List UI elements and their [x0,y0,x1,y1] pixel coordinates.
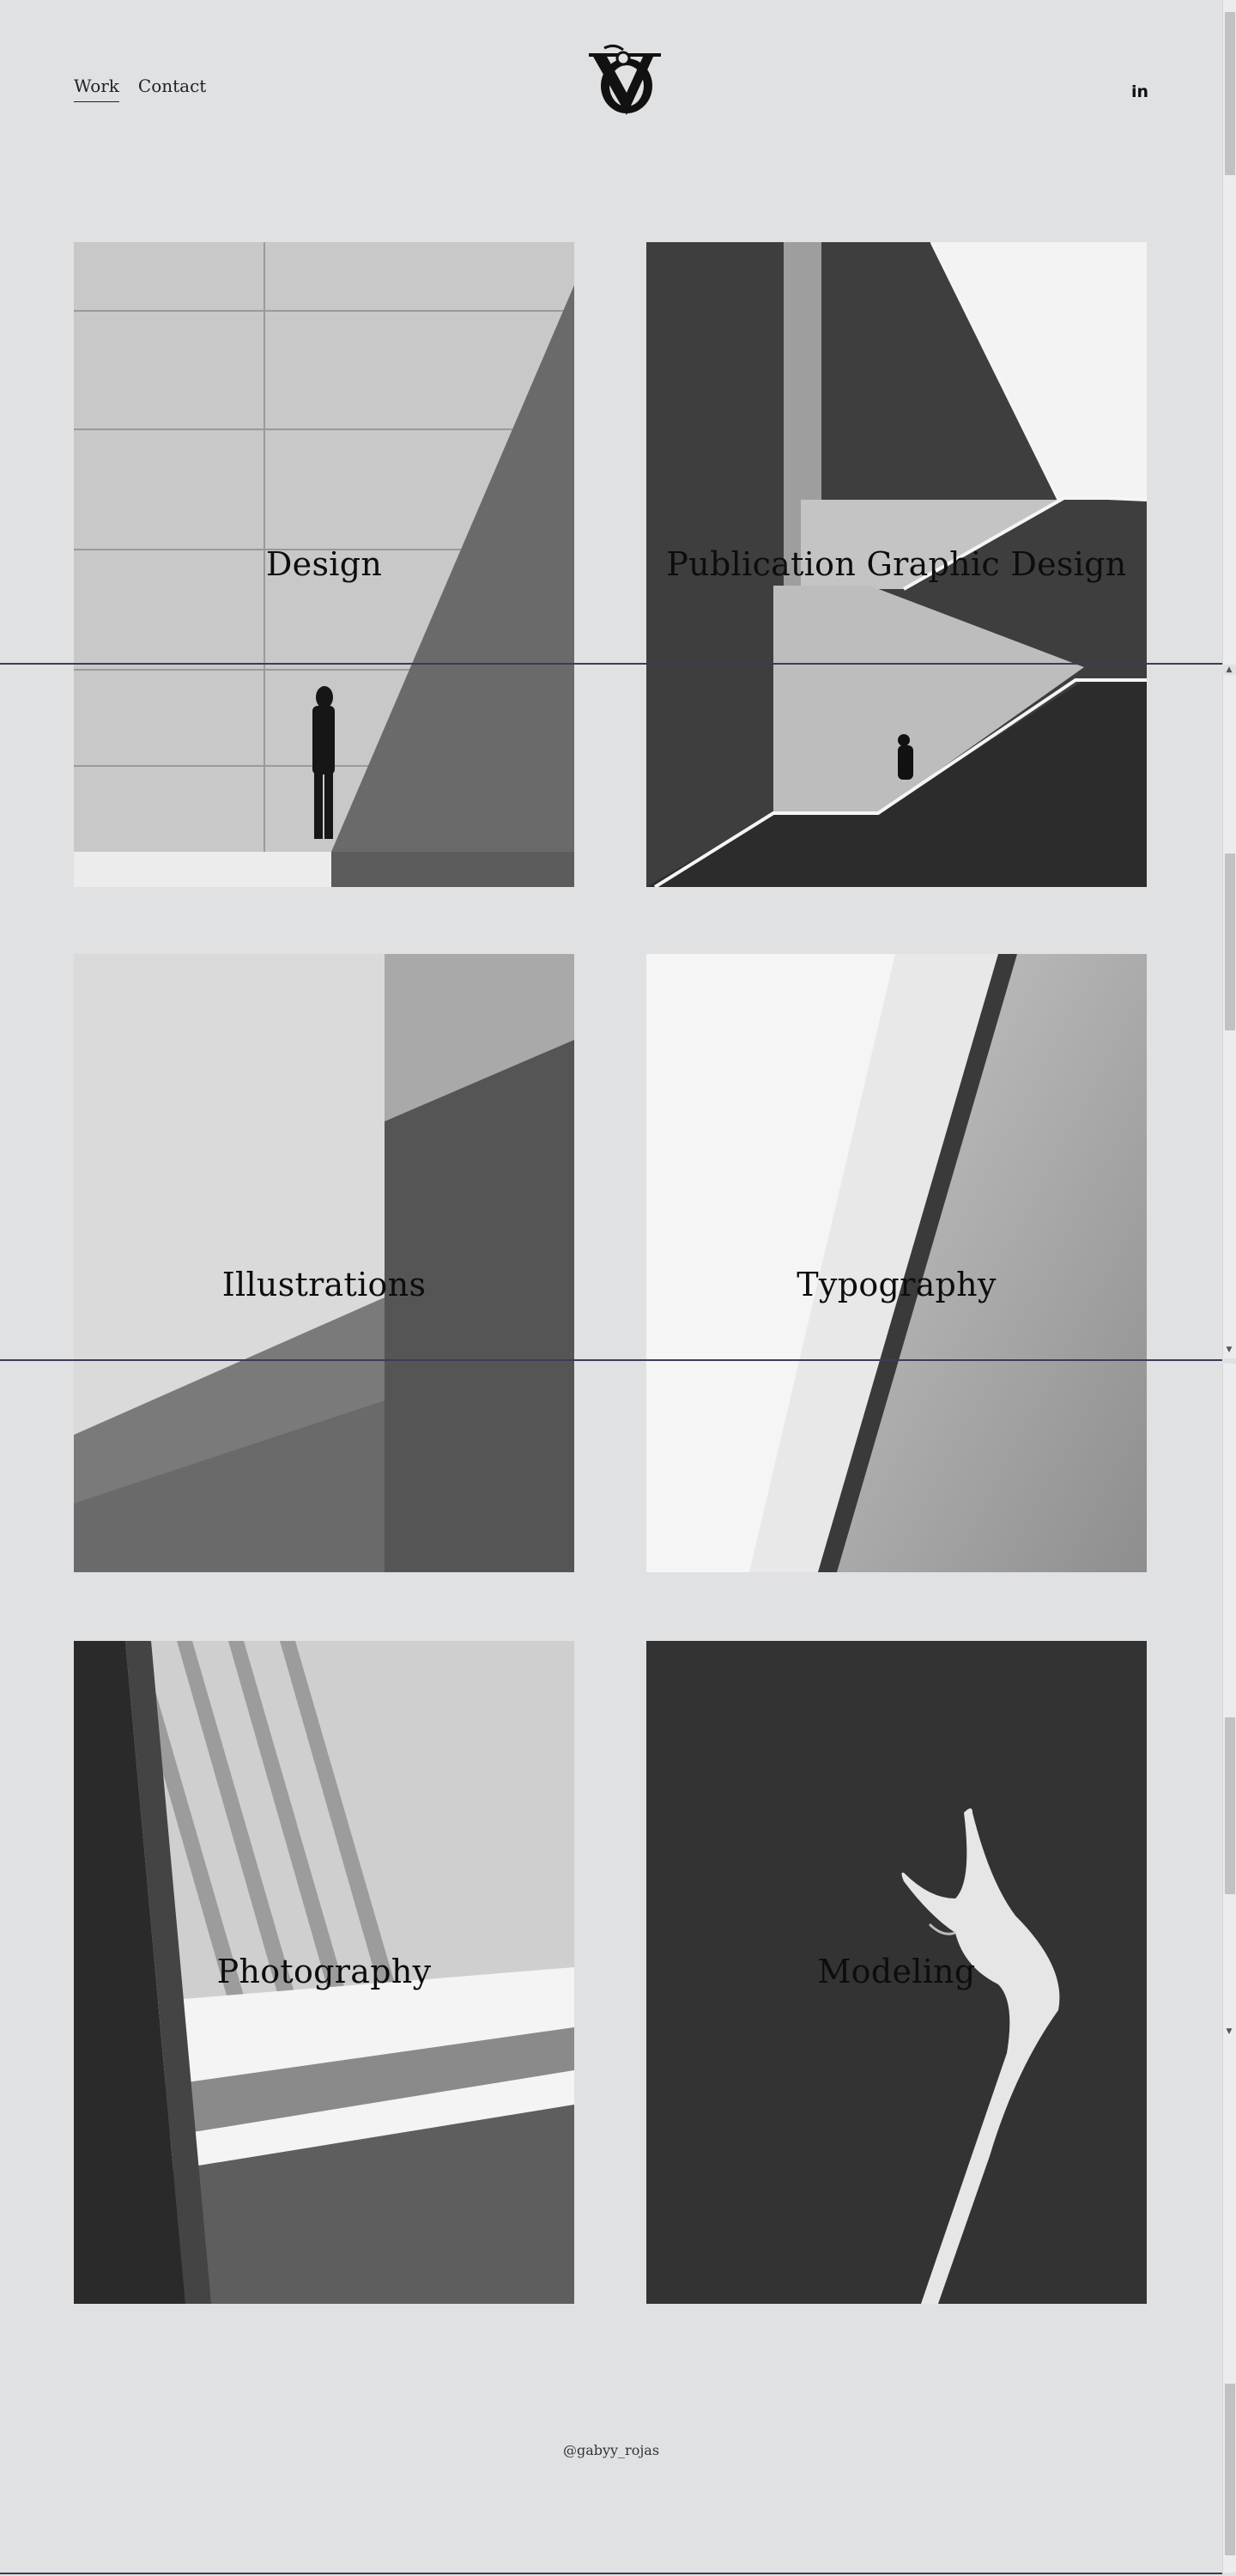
card-typography[interactable]: Typography [646,954,1147,1572]
card-photography[interactable]: Photography [74,1641,574,2304]
card-publication-graphic-design[interactable]: Publication Graphic Design [646,242,1147,887]
scroll-down-arrow[interactable]: ▼ [1224,2026,1234,2037]
guide-line [0,1359,1222,1361]
scrollbar-thumb[interactable] [1225,12,1235,175]
diagonal-light-photo [646,954,1147,1572]
scroll-down-arrow[interactable]: ▼ [1224,1345,1234,1355]
scrollbar-thumb[interactable] [1225,1717,1235,1894]
scrollbar-thumb[interactable] [1225,854,1235,1030]
nav-work-link[interactable]: Work [74,76,119,102]
card-title: Publication Graphic Design [666,545,1127,583]
card-title: Photography [216,1953,432,1990]
v-monogram-icon [589,44,661,115]
scroll-up-arrow[interactable]: ▲ [1224,665,1234,675]
card-title: Typography [797,1266,997,1303]
linkedin-link[interactable]: in [1131,82,1148,101]
card-illustrations[interactable]: Illustrations [74,954,574,1572]
nav-contact-link[interactable]: Contact [138,76,206,102]
footer: @gabyy_rojas [0,2442,1222,2458]
card-title: Design [265,545,383,583]
guide-line [0,663,1222,665]
main-nav: Work Contact [74,76,206,102]
logo[interactable] [589,43,661,117]
linkedin-icon: in [1131,82,1149,101]
card-title: Illustrations [221,1266,427,1303]
guide-line [0,2573,1222,2574]
scrollbar-thumb[interactable] [1225,2384,1235,2555]
footer-handle-link[interactable]: @gabyy_rojas [563,2442,659,2458]
card-design[interactable]: Design [74,242,574,887]
wall-shadow-photo [74,954,574,1572]
card-title: Modeling [817,1953,976,1990]
card-modeling[interactable]: Modeling [646,1641,1147,2304]
